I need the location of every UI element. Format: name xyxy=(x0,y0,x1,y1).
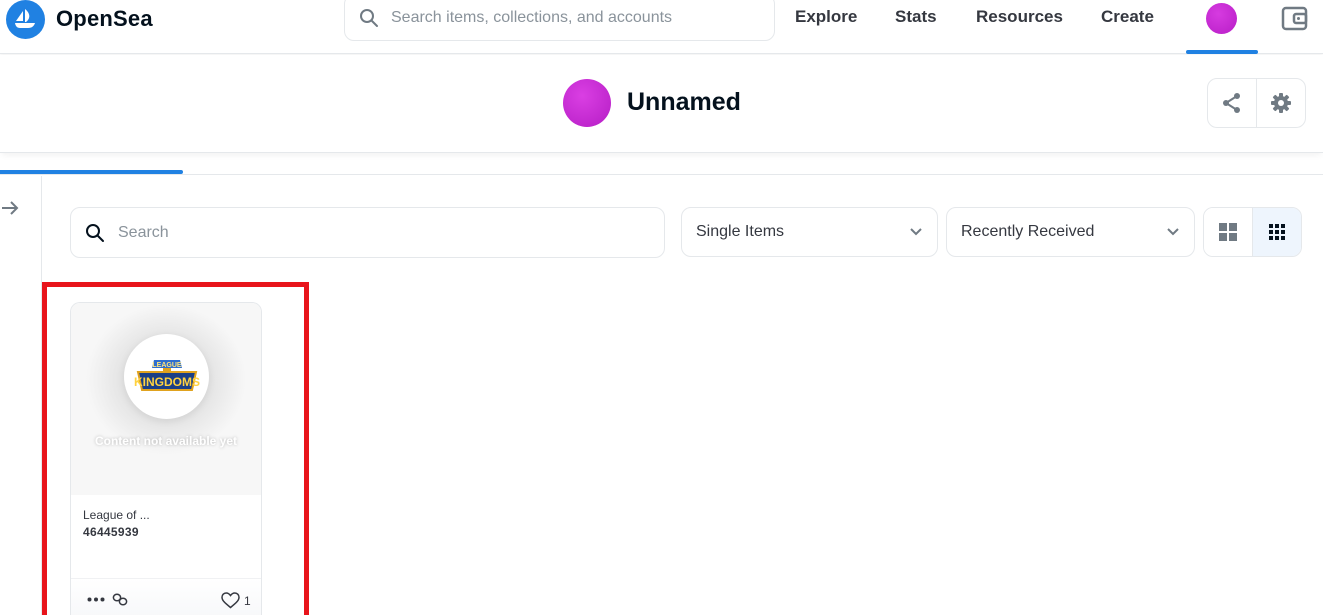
profile-actions xyxy=(1207,78,1306,128)
small-grid-button[interactable] xyxy=(1252,208,1301,256)
chevron-down-icon xyxy=(910,228,922,236)
top-navbar: OpenSea Explore Stats Resources Create xyxy=(0,0,1323,54)
highlight-annotation-box xyxy=(42,282,309,615)
opensea-logo[interactable]: OpenSea xyxy=(6,0,153,39)
global-search[interactable] xyxy=(344,0,775,41)
item-type-dropdown[interactable]: Single Items xyxy=(681,207,938,257)
brand-name: OpenSea xyxy=(56,6,153,31)
item-type-selected: Single Items xyxy=(696,223,785,240)
sort-selected: Recently Received xyxy=(961,223,1095,240)
arrow-right-icon[interactable] xyxy=(0,198,20,218)
small-grid-icon xyxy=(1269,224,1285,240)
active-tab-indicator xyxy=(0,170,183,174)
search-icon xyxy=(86,223,104,242)
profile-header: Unnamed xyxy=(0,55,1323,153)
items-search-input[interactable] xyxy=(118,223,638,242)
opensea-boat-icon xyxy=(6,0,45,39)
share-icon xyxy=(1223,93,1240,113)
nav-stats[interactable]: Stats xyxy=(895,7,937,27)
items-search[interactable] xyxy=(70,207,665,258)
gear-icon xyxy=(1271,93,1291,113)
search-icon xyxy=(360,8,378,27)
large-grid-button[interactable] xyxy=(1204,208,1252,256)
grid-view-toggle xyxy=(1203,207,1302,257)
nav-create[interactable]: Create xyxy=(1101,7,1154,27)
large-grid-icon xyxy=(1219,223,1237,241)
profile-name: Unnamed xyxy=(627,88,741,116)
profile-tabs xyxy=(0,153,1323,175)
chevron-down-icon xyxy=(1167,228,1179,236)
wallet-icon[interactable] xyxy=(1281,6,1308,31)
nav-explore[interactable]: Explore xyxy=(795,7,857,27)
share-button[interactable] xyxy=(1208,79,1256,127)
sort-dropdown[interactable]: Recently Received xyxy=(946,207,1195,257)
active-nav-indicator xyxy=(1186,50,1258,54)
settings-button[interactable] xyxy=(1256,79,1305,127)
profile-avatar[interactable] xyxy=(563,79,611,127)
global-search-input[interactable] xyxy=(391,8,751,27)
filter-sidebar xyxy=(0,176,42,615)
nav-resources[interactable]: Resources xyxy=(976,7,1063,27)
profile-avatar-nav[interactable] xyxy=(1206,3,1237,34)
